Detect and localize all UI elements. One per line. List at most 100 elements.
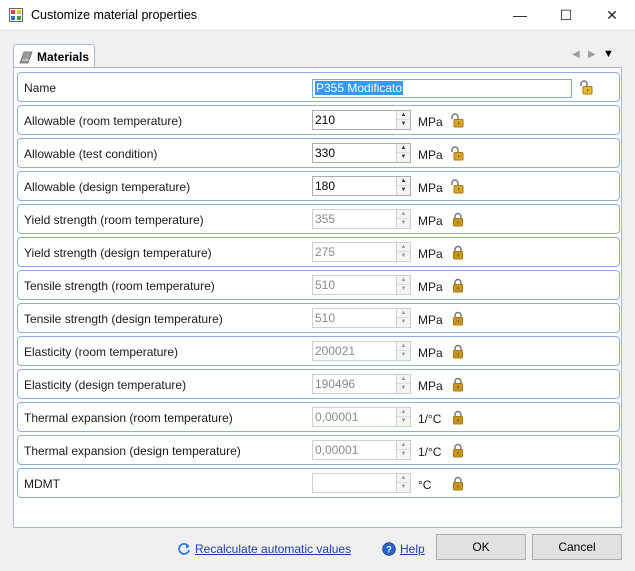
spin-up-icon[interactable]: ▲ — [397, 177, 410, 186]
locked-lock-icon[interactable] — [451, 476, 465, 491]
spin-up-icon[interactable]: ▲ — [397, 111, 410, 120]
property-value: 510 — [315, 278, 336, 292]
spin-down-icon[interactable]: ▼ — [397, 318, 410, 327]
ok-button[interactable]: OK — [436, 534, 526, 560]
property-row: Thermal expansion (room temperature) 0,00… — [17, 402, 620, 432]
spin-down-icon[interactable]: ▼ — [397, 120, 410, 129]
spin-down-icon[interactable]: ▼ — [397, 186, 410, 195]
unlocked-lock-icon[interactable] — [579, 80, 593, 95]
locked-lock-icon[interactable] — [451, 410, 465, 425]
property-value: 0,00001 — [315, 443, 359, 457]
properties-panel: Name P355 Modificato Allowable (room tem… — [13, 67, 622, 528]
maximize-button[interactable]: ☐ — [543, 0, 589, 31]
property-label: Tensile strength (room temperature) — [24, 279, 215, 293]
help-icon[interactable]: ? — [382, 542, 396, 556]
spin-up-icon[interactable]: ▲ — [397, 276, 410, 285]
property-label: Thermal expansion (design temperature) — [24, 444, 241, 458]
locked-lock-icon[interactable] — [451, 377, 465, 392]
unit-label: MPa — [418, 148, 443, 162]
unit-label: MPa — [418, 115, 443, 129]
property-value-spinbox[interactable]: 180 ▲ ▼ — [312, 176, 411, 196]
spin-down-icon[interactable]: ▼ — [397, 483, 410, 492]
spin-down-icon[interactable]: ▼ — [397, 384, 410, 393]
name-row: Name P355 Modificato — [17, 72, 620, 102]
property-value-spinbox[interactable]: 510 ▲ ▼ — [312, 275, 411, 295]
unit-label: MPa — [418, 379, 443, 393]
property-value-spinbox[interactable]: 210 ▲ ▼ — [312, 110, 411, 130]
spin-up-icon[interactable]: ▲ — [397, 441, 410, 450]
unit-label: MPa — [418, 346, 443, 360]
spin-buttons: ▲ ▼ — [396, 375, 410, 393]
spin-up-icon[interactable]: ▲ — [397, 408, 410, 417]
spin-up-icon[interactable]: ▲ — [397, 474, 410, 483]
unlocked-lock-icon[interactable] — [450, 113, 464, 128]
spin-down-icon[interactable]: ▼ — [397, 153, 410, 162]
spin-down-icon[interactable]: ▼ — [397, 285, 410, 294]
property-row: Allowable (test condition) 330 ▲ ▼ MPa — [17, 138, 620, 168]
tab-menu-icon[interactable]: ▼ — [603, 48, 614, 60]
unlocked-lock-icon[interactable] — [450, 146, 464, 161]
name-label: Name — [24, 81, 57, 95]
spin-up-icon[interactable]: ▲ — [397, 210, 410, 219]
locked-lock-icon[interactable] — [451, 311, 465, 326]
property-value-spinbox[interactable]: 275 ▲ ▼ — [312, 242, 411, 262]
cancel-button[interactable]: Cancel — [532, 534, 622, 560]
property-label: MDMT — [24, 477, 60, 491]
name-input[interactable]: P355 Modificato — [312, 79, 572, 98]
spin-up-icon[interactable]: ▲ — [397, 243, 410, 252]
unlocked-lock-icon[interactable] — [450, 179, 464, 194]
unit-label: 1/°C — [418, 445, 442, 459]
property-value-spinbox[interactable]: 330 ▲ ▼ — [312, 143, 411, 163]
property-row: Elasticity (design temperature) 190496 ▲ ▼ M… — [17, 369, 620, 399]
property-label: Allowable (room temperature) — [24, 114, 183, 128]
locked-lock-icon[interactable] — [451, 212, 465, 227]
recalculate-link[interactable]: Recalculate automatic values — [195, 542, 351, 556]
spin-down-icon[interactable]: ▼ — [397, 351, 410, 360]
property-value: 210 — [315, 113, 336, 127]
unit-label: MPa — [418, 181, 443, 195]
property-value: 190496 — [315, 377, 356, 391]
help-link[interactable]: Help — [400, 542, 425, 556]
spin-up-icon[interactable]: ▲ — [397, 342, 410, 351]
name-value: P355 Modificato — [315, 81, 404, 95]
property-value-spinbox[interactable]: 510 ▲ ▼ — [312, 308, 411, 328]
spin-up-icon[interactable]: ▲ — [397, 309, 410, 318]
spin-down-icon[interactable]: ▼ — [397, 417, 410, 426]
locked-lock-icon[interactable] — [451, 443, 465, 458]
property-label: Elasticity (room temperature) — [24, 345, 179, 359]
property-value-spinbox[interactable]: 200021 ▲ ▼ — [312, 341, 411, 361]
spin-buttons: ▲ ▼ — [396, 111, 410, 129]
property-label: Yield strength (design temperature) — [24, 246, 212, 260]
spin-down-icon[interactable]: ▼ — [397, 252, 410, 261]
property-row: Elasticity (room temperature) 200021 ▲ ▼ MPa — [17, 336, 620, 366]
locked-lock-icon[interactable] — [451, 278, 465, 293]
spin-down-icon[interactable]: ▼ — [397, 219, 410, 228]
scroll-right-icon[interactable]: ▶ — [588, 49, 596, 60]
property-label: Yield strength (room temperature) — [24, 213, 204, 227]
property-value: 330 — [315, 146, 336, 160]
property-value-spinbox[interactable]: 190496 ▲ ▼ — [312, 374, 411, 394]
property-value-spinbox[interactable]: ▲ ▼ — [312, 473, 411, 493]
property-row: Allowable (design temperature) 180 ▲ ▼ MPa — [17, 171, 620, 201]
refresh-icon[interactable] — [177, 542, 191, 556]
locked-lock-icon[interactable] — [451, 245, 465, 260]
property-value: 180 — [315, 179, 336, 193]
property-label: Allowable (test condition) — [24, 147, 158, 161]
property-value-spinbox[interactable]: 0,00001 ▲ ▼ — [312, 407, 411, 427]
tab-materials[interactable]: Materials — [13, 44, 95, 68]
property-label: Tensile strength (design temperature) — [24, 312, 223, 326]
close-button[interactable]: ✕ — [589, 0, 635, 31]
locked-lock-icon[interactable] — [451, 344, 465, 359]
minimize-button[interactable]: — — [497, 0, 543, 31]
scroll-left-icon[interactable]: ◀ — [572, 49, 580, 60]
spin-buttons: ▲ ▼ — [396, 144, 410, 162]
property-value: 275 — [315, 245, 336, 259]
window-title: Customize material properties — [31, 8, 198, 22]
property-value-spinbox[interactable]: 0,00001 ▲ ▼ — [312, 440, 411, 460]
spin-up-icon[interactable]: ▲ — [397, 144, 410, 153]
spin-up-icon[interactable]: ▲ — [397, 375, 410, 384]
property-value-spinbox[interactable]: 355 ▲ ▼ — [312, 209, 411, 229]
property-row: Thermal expansion (design temperature) 0,… — [17, 435, 620, 465]
spin-down-icon[interactable]: ▼ — [397, 450, 410, 459]
unit-label: MPa — [418, 214, 443, 228]
